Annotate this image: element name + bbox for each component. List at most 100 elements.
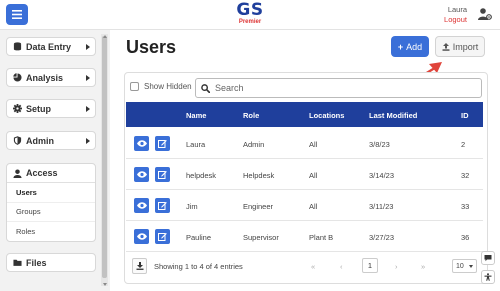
table-row[interactable]: Laura Admin All 3/8/23 2 xyxy=(126,128,483,159)
sidebar-item-label: Access xyxy=(26,168,58,178)
cell-name: Jim xyxy=(186,202,198,211)
search-box[interactable] xyxy=(195,78,482,98)
add-button-label: Add xyxy=(406,41,423,52)
logo-text: GS xyxy=(236,0,264,20)
chat-button[interactable] xyxy=(481,251,495,265)
per-page-value: 10 xyxy=(456,262,464,270)
table-row[interactable]: helpdesk Helpdesk All 3/14/23 32 xyxy=(126,159,483,190)
column-header-name[interactable]: Name xyxy=(186,111,206,120)
next-page-button[interactable]: › xyxy=(395,262,398,271)
current-page-button[interactable]: 1 xyxy=(362,258,378,273)
view-button[interactable] xyxy=(134,198,149,213)
sidebar-item-files[interactable]: Files xyxy=(6,253,96,272)
sidebar-subitem-roles[interactable]: Roles xyxy=(7,222,95,242)
first-page-button[interactable]: « xyxy=(311,262,315,271)
edit-button[interactable] xyxy=(155,198,170,213)
hamburger-icon xyxy=(12,10,22,19)
edit-button[interactable] xyxy=(155,167,170,182)
column-header-last-modified[interactable]: Last Modified xyxy=(369,111,417,120)
chevron-right-icon xyxy=(86,106,90,112)
search-icon xyxy=(201,83,210,93)
page-title: Users xyxy=(126,37,177,57)
folder-icon xyxy=(13,259,22,266)
pie-chart-icon xyxy=(13,73,22,82)
scroll-up-arrow[interactable] xyxy=(103,35,107,38)
cell-last-modified: 3/14/23 xyxy=(369,171,395,180)
eye-icon xyxy=(136,233,147,240)
user-box: Laura Logout xyxy=(444,5,467,25)
edit-button[interactable] xyxy=(155,229,170,244)
sidebar-item-admin[interactable]: Admin xyxy=(6,131,96,150)
chat-icon xyxy=(484,255,492,262)
last-page-button[interactable]: » xyxy=(421,262,425,271)
scroll-down-arrow[interactable] xyxy=(103,283,107,286)
cell-role: Helpdesk xyxy=(243,171,275,180)
cell-name: Pauline xyxy=(186,233,212,242)
upload-icon xyxy=(442,42,450,51)
show-hidden-toggle[interactable]: Show Hidden xyxy=(130,82,192,91)
cell-id: 32 xyxy=(461,171,470,180)
view-button[interactable] xyxy=(134,167,149,182)
view-button[interactable] xyxy=(134,229,149,244)
sidebar-item-setup[interactable]: Setup xyxy=(6,99,96,118)
sidebar-subitem-groups[interactable]: Groups xyxy=(7,203,95,222)
chevron-right-icon xyxy=(86,138,90,144)
edit-icon xyxy=(158,140,167,148)
edit-icon xyxy=(158,202,167,210)
cell-role: Engineer xyxy=(243,202,274,211)
sidebar-item-label: Data Entry xyxy=(26,41,72,52)
cell-id: 2 xyxy=(461,140,466,149)
user-gear-icon[interactable] xyxy=(478,7,492,21)
search-input[interactable] xyxy=(215,83,465,93)
cell-last-modified: 3/27/23 xyxy=(369,233,395,242)
column-header-locations[interactable]: Locations xyxy=(309,111,344,120)
database-icon xyxy=(13,42,22,51)
menu-button[interactable] xyxy=(6,4,28,25)
eye-icon xyxy=(136,171,147,178)
show-hidden-checkbox[interactable] xyxy=(130,82,139,91)
cell-id: 36 xyxy=(461,233,470,242)
cell-name: Laura xyxy=(186,140,206,149)
sidebar-item-label: Files xyxy=(26,257,47,268)
download-icon xyxy=(136,262,143,270)
sidebar-item-label: Setup xyxy=(26,103,52,114)
chevron-right-icon xyxy=(86,44,90,50)
cell-locations: All xyxy=(309,171,318,180)
sidebar-item-label: Admin xyxy=(26,135,54,146)
cell-role: Supervisor xyxy=(243,233,279,242)
add-user-button[interactable]: + Add xyxy=(391,36,429,57)
column-header-id[interactable]: ID xyxy=(461,111,469,120)
logout-link[interactable]: Logout xyxy=(444,15,467,25)
import-button-label: Import xyxy=(452,41,479,52)
import-button[interactable]: Import xyxy=(435,36,485,57)
user-icon xyxy=(13,168,22,178)
column-header-role[interactable]: Role xyxy=(243,111,259,120)
chevron-right-icon xyxy=(86,75,90,81)
logo-subtitle: Premier xyxy=(238,19,262,25)
sidebar-scrollbar-thumb[interactable] xyxy=(102,36,107,278)
cell-last-modified: 3/11/23 xyxy=(369,202,394,211)
table-row[interactable]: Jim Engineer All 3/11/23 33 xyxy=(126,190,483,221)
view-button[interactable] xyxy=(134,136,149,151)
sidebar-item-data-entry[interactable]: Data Entry xyxy=(6,37,96,56)
accessibility-icon xyxy=(484,273,492,281)
table-row[interactable]: Pauline Supervisor Plant B 3/27/23 36 xyxy=(126,221,483,252)
sidebar-item-analysis[interactable]: Analysis xyxy=(6,68,96,87)
top-bar: GS Premier Laura Logout xyxy=(0,0,500,30)
sidebar-item-label: Analysis xyxy=(26,72,64,83)
user-name: Laura xyxy=(447,5,467,14)
accessibility-button[interactable] xyxy=(481,270,495,284)
plus-icon: + xyxy=(397,41,404,52)
cell-last-modified: 3/8/23 xyxy=(369,140,390,149)
gear-icon xyxy=(13,104,22,113)
sidebar-subitem-users[interactable]: Users xyxy=(7,183,95,203)
edit-button[interactable] xyxy=(155,136,170,151)
shield-icon xyxy=(13,136,22,145)
app-logo[interactable]: GS Premier xyxy=(222,1,278,26)
table-header: Name Role Locations Last Modified ID xyxy=(126,102,483,127)
prev-page-button[interactable]: ‹ xyxy=(340,262,343,271)
sidebar-item-access[interactable]: Access xyxy=(7,164,95,183)
per-page-select[interactable]: 10 xyxy=(452,259,477,273)
export-button[interactable] xyxy=(132,258,147,274)
sidebar-group-access: Access Users Groups Roles xyxy=(6,163,96,242)
